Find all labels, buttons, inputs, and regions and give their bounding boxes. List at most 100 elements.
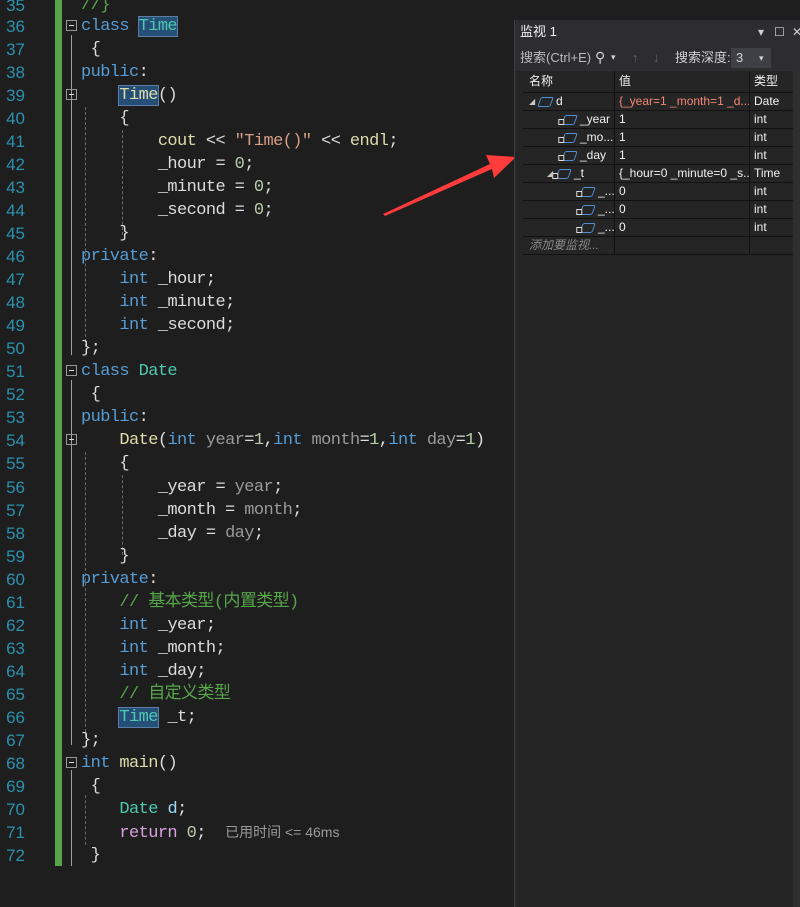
line-number: 45 [6, 224, 25, 243]
row-type: Time [754, 166, 781, 180]
code-line: 52 { [0, 383, 514, 406]
collapse-icon[interactable] [66, 434, 77, 445]
row-type: int [754, 202, 767, 216]
collapse-icon[interactable] [66, 757, 77, 768]
code-editor[interactable]: 35//} 36 class Time 37 { 38 public: 39 Tim… [0, 0, 516, 907]
identifier: d [167, 800, 178, 819]
keyword: int [273, 431, 302, 450]
maximize-icon[interactable]: ☐ [774, 20, 785, 44]
code-line: 56 _year = year; [0, 476, 514, 499]
code-line: 39 Time() [0, 84, 514, 107]
column-header-name[interactable]: 名称 [523, 71, 615, 92]
identifier: _year [157, 478, 207, 497]
collapse-icon[interactable] [66, 20, 77, 31]
number: 1 [465, 431, 475, 450]
brace: { [119, 454, 130, 473]
line-number: 66 [6, 708, 25, 727]
identifier: _day [157, 662, 197, 681]
line-number: 47 [6, 270, 25, 289]
row-value[interactable]: 1 [615, 147, 750, 164]
row-type: int [754, 112, 767, 126]
private-field-icon [576, 222, 596, 233]
punct: () [157, 86, 178, 105]
row-value[interactable]: 0 [615, 201, 750, 218]
code-line: 40 { [0, 107, 514, 130]
code-line: 65 // 自定义类型 [0, 683, 514, 706]
operator: = [196, 524, 226, 543]
watch-row[interactable]: _... 0 int [523, 219, 793, 237]
number: 1 [369, 431, 379, 450]
line-number: 43 [6, 178, 25, 197]
line-number: 38 [6, 63, 25, 82]
row-type: int [754, 148, 767, 162]
add-watch-input[interactable]: 添加要监视... [523, 237, 615, 254]
operator: = [455, 431, 466, 450]
column-header-value[interactable]: 值 [615, 71, 750, 92]
search-up-icon[interactable]: ↑ [632, 44, 639, 71]
row-value[interactable]: 0 [615, 183, 750, 200]
code-line: 49 int _second; [0, 314, 514, 337]
punct: () [157, 754, 178, 773]
punct: ; [253, 524, 264, 543]
punct: ; [205, 616, 216, 635]
watch-grid: 名称 值 类型 ◢ d {_year=1 _month=1 _d... Date … [523, 71, 793, 255]
identifier: _month [157, 639, 216, 658]
column-header-type[interactable]: 类型 [750, 71, 793, 92]
watch-row[interactable]: _day 1 int [523, 147, 793, 165]
dropdown-icon[interactable]: ▾ [758, 20, 764, 44]
search-depth-select[interactable]: 3 ▾ [731, 48, 771, 68]
punct: ; [292, 501, 302, 520]
perf-tip[interactable]: 已用时间 <= 46ms [225, 824, 339, 840]
search-icon[interactable]: ⚲ [595, 44, 605, 71]
watch-row[interactable]: _... 0 int [523, 183, 793, 201]
line-number: 70 [6, 800, 25, 819]
punct: ; [263, 178, 274, 197]
add-watch-row[interactable]: 添加要监视... [523, 237, 793, 255]
line-number: 62 [6, 616, 25, 635]
row-value[interactable]: 1 [615, 111, 750, 128]
punct: , [263, 431, 274, 450]
close-icon[interactable]: ✕ [792, 20, 800, 44]
search-input[interactable]: 搜索(Ctrl+E) [520, 44, 591, 71]
identifier: _month [157, 501, 216, 520]
row-value[interactable]: {_year=1 _month=1 _d... [615, 93, 750, 110]
keyword: int [119, 616, 149, 635]
expand-triangle-icon[interactable]: ◢ [529, 93, 539, 110]
code-line: 64 int _day; [0, 660, 514, 683]
vertical-scrollbar[interactable] [793, 71, 800, 907]
lock-icon [576, 190, 583, 197]
code-line: 72 } [0, 844, 514, 867]
watch-row[interactable]: ◢ _t {_hour=0 _minute=0 _s... Time [523, 165, 793, 183]
code-line: 54 Date(int year=1,int month=1,int day=1… [0, 429, 514, 452]
row-value[interactable]: 1 [615, 129, 750, 146]
code-line: 50}; [0, 337, 514, 360]
row-value[interactable]: {_hour=0 _minute=0 _s... [615, 165, 750, 182]
punct: ( [157, 431, 168, 450]
line-number: 46 [6, 247, 25, 266]
collapse-icon[interactable] [66, 365, 77, 376]
line-number: 53 [6, 408, 25, 427]
watch-row[interactable]: _year 1 int [523, 111, 793, 129]
row-value[interactable]: 0 [615, 219, 750, 236]
identifier: _hour [157, 270, 207, 289]
operator: = [205, 155, 235, 174]
search-down-icon[interactable]: ↓ [653, 44, 660, 71]
code-line: 45 } [0, 222, 514, 245]
collapse-icon[interactable] [66, 89, 77, 100]
watch-row[interactable]: _mo... 1 int [523, 129, 793, 147]
brace: } [119, 547, 130, 566]
code-line: 51 class Date [0, 360, 514, 383]
class-name: Time [118, 707, 159, 728]
watch-row[interactable]: ◢ d {_year=1 _month=1 _d... Date [523, 93, 793, 111]
line-number: 54 [6, 431, 25, 450]
code-line: 62 int _year; [0, 614, 514, 637]
punct: : [138, 408, 149, 427]
keyword: private [81, 570, 149, 589]
brace: }; [81, 339, 101, 358]
search-options-icon[interactable]: ▾ [611, 44, 616, 71]
private-field-icon [558, 114, 578, 125]
line-number: 50 [6, 339, 25, 358]
watch-row[interactable]: _... 0 int [523, 201, 793, 219]
code-line: 60 private: [0, 568, 514, 591]
string-literal: "Time()" [234, 132, 312, 151]
